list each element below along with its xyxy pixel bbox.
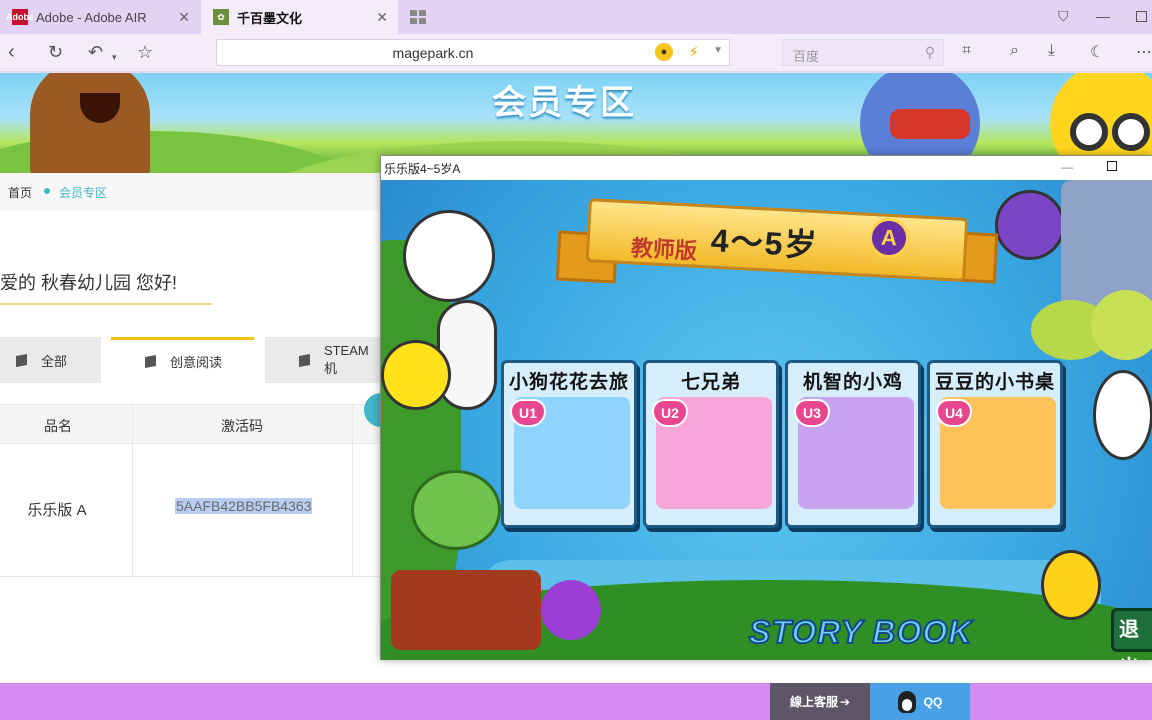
tab-label: Adobe - Adobe AIR bbox=[36, 9, 147, 25]
book-title: 机智的小鸡 bbox=[802, 372, 903, 393]
book-card-u3[interactable]: 机智的小鸡 U3 bbox=[785, 360, 921, 528]
tab-strip: Adobe Adobe - Adobe AIR ✕ ✿ 千百墨文化 ✕ ⛉ — bbox=[0, 0, 1152, 34]
purple-cat-character bbox=[995, 190, 1065, 260]
undo-icon[interactable]: ↶ bbox=[88, 41, 103, 63]
white-cat-character bbox=[403, 210, 495, 302]
white-bunny-character bbox=[1093, 370, 1152, 460]
url-text: magepark.cn bbox=[392, 45, 474, 61]
window-titlebar[interactable]: 乐乐版4~5岁A — bbox=[381, 156, 1152, 180]
white-cat-body bbox=[437, 300, 497, 410]
back-icon[interactable]: ‹ bbox=[8, 41, 15, 63]
star-icon[interactable]: ☆ bbox=[137, 41, 153, 63]
address-bar[interactable]: magepark.cn ● ⚡ ▼ bbox=[216, 39, 730, 66]
window-title: 乐乐版4~5岁A bbox=[384, 162, 461, 176]
close-icon[interactable]: ✕ bbox=[178, 9, 190, 26]
support-label: 線上客服 bbox=[789, 695, 838, 709]
book-card-u2[interactable]: 七兄弟 U2 bbox=[643, 360, 779, 528]
browser-toolbar: ‹ ↻ ↶ ▾ ☆ magepark.cn ● ⚡ ▼ 百度 ⚲ ⌗ ⌕ ⤓ ☾… bbox=[0, 34, 1152, 72]
unit-badge: U2 bbox=[652, 399, 688, 427]
arrow-right-icon: ➔ bbox=[839, 694, 851, 709]
tab-qianbaimo[interactable]: ✿ 千百墨文化 ✕ bbox=[201, 0, 398, 34]
tab-steam[interactable]: STEAM 机 bbox=[265, 337, 385, 383]
breadcrumb-current: 会员专区 bbox=[59, 186, 108, 200]
air-app-window: 乐乐版4~5岁A — 教师版 4～5岁 A 小狗花花去旅行 U1 bbox=[380, 155, 1152, 660]
tab-label: 全部 bbox=[41, 353, 68, 369]
age-label: 4～5岁 bbox=[710, 222, 820, 264]
goggle-eye bbox=[1070, 113, 1108, 151]
cube-icon bbox=[299, 353, 310, 367]
cube-icon bbox=[145, 355, 156, 368]
close-icon[interactable]: ✕ bbox=[376, 9, 388, 26]
book-card-u4[interactable]: 豆豆的小书桌 U4 bbox=[927, 360, 1063, 528]
minimize-icon[interactable]: — bbox=[1096, 8, 1110, 24]
search-icon[interactable]: ⚲ bbox=[925, 44, 935, 61]
translate-icon[interactable]: ⌕ bbox=[1010, 42, 1019, 60]
night-mode-icon[interactable]: ☾ bbox=[1090, 42, 1104, 62]
search-placeholder: 百度 bbox=[793, 49, 820, 64]
download-icon[interactable]: ⤓ bbox=[1048, 42, 1055, 60]
minimize-icon[interactable]: — bbox=[1061, 160, 1073, 174]
greeting-underline bbox=[0, 303, 212, 305]
breadcrumb-home[interactable]: 首页 bbox=[8, 184, 32, 201]
reload-icon[interactable]: ↻ bbox=[48, 41, 63, 63]
tab-all[interactable]: 全部 bbox=[0, 337, 101, 383]
product-name: 乐乐版 A bbox=[27, 502, 87, 519]
book-title: 豆豆的小书桌 bbox=[934, 372, 1055, 393]
banner-title: 会员专区 bbox=[492, 84, 636, 122]
chevron-down-icon[interactable]: ▼ bbox=[713, 45, 723, 56]
tab-adobe-air[interactable]: Adobe Adobe - Adobe AIR ✕ bbox=[0, 0, 200, 34]
unit-badge: U4 bbox=[936, 399, 972, 427]
column-header-code: 激活码 bbox=[221, 418, 263, 434]
bush-decoration bbox=[1091, 290, 1152, 360]
tab-label: 千百墨文化 bbox=[237, 10, 303, 26]
book-card-u1[interactable]: 小狗花花去旅行 U1 bbox=[501, 360, 637, 528]
goggle-eye bbox=[1112, 113, 1150, 151]
maximize-icon[interactable] bbox=[1107, 161, 1117, 171]
bee-extension-icon[interactable]: ● bbox=[655, 43, 673, 61]
purple-flower-decoration bbox=[541, 580, 601, 640]
toy-train-illustration bbox=[391, 570, 541, 650]
qq-button[interactable]: QQ bbox=[870, 683, 970, 720]
scarf-illustration bbox=[890, 109, 970, 139]
green-dinosaur-character bbox=[411, 470, 501, 550]
chevron-down-icon[interactable]: ▾ bbox=[112, 46, 117, 68]
maximize-icon[interactable] bbox=[1136, 11, 1147, 22]
greeting-text: 亲爱的 秋春幼儿园 您好! bbox=[0, 273, 178, 293]
tab-overview-icon[interactable] bbox=[410, 10, 426, 24]
tab-creative-reading[interactable]: 创意阅读 bbox=[111, 337, 254, 383]
storybook-stage: 教师版 4～5岁 A 小狗花花去旅行 U1 七兄弟 U2 机智的小鸡 U3 豆豆… bbox=[381, 180, 1152, 660]
unit-badge: U3 bbox=[794, 399, 830, 427]
site-favicon-icon: ✿ bbox=[213, 9, 229, 25]
qq-penguin-icon bbox=[897, 690, 916, 713]
book-title: 七兄弟 bbox=[680, 372, 741, 393]
lightning-icon[interactable]: ⚡ bbox=[688, 43, 699, 61]
activation-code[interactable]: 5AAFB42BB5FB4363 bbox=[175, 498, 313, 514]
edition-label: 教师版 bbox=[630, 235, 698, 264]
footer-bar: 線上客服 ➔ QQ bbox=[0, 683, 1152, 720]
column-header-name: 品名 bbox=[44, 418, 72, 434]
tree-character-illustration bbox=[30, 73, 150, 173]
tab-label: STEAM 机 bbox=[323, 343, 369, 376]
more-icon[interactable]: ⋯ bbox=[1136, 42, 1152, 62]
screenshot-icon[interactable]: ⌗ bbox=[962, 42, 971, 60]
yellow-chick-character bbox=[381, 340, 451, 410]
storybook-logo: STORY BOOK bbox=[748, 613, 973, 651]
online-support-button[interactable]: 線上客服 ➔ bbox=[770, 683, 870, 720]
cube-icon bbox=[16, 353, 27, 367]
yellow-chicken-character bbox=[1041, 550, 1101, 620]
qq-label: QQ bbox=[923, 694, 943, 709]
tab-label: 创意阅读 bbox=[170, 355, 223, 370]
search-input[interactable]: 百度 ⚲ bbox=[782, 39, 944, 66]
shirt-icon[interactable]: ⛉ bbox=[1058, 8, 1069, 25]
breadcrumb-dot bbox=[44, 188, 50, 194]
adobe-favicon-icon: Adobe bbox=[6, 9, 34, 25]
unit-badge: U1 bbox=[510, 399, 546, 427]
exit-button[interactable]: 退出 bbox=[1111, 608, 1152, 660]
